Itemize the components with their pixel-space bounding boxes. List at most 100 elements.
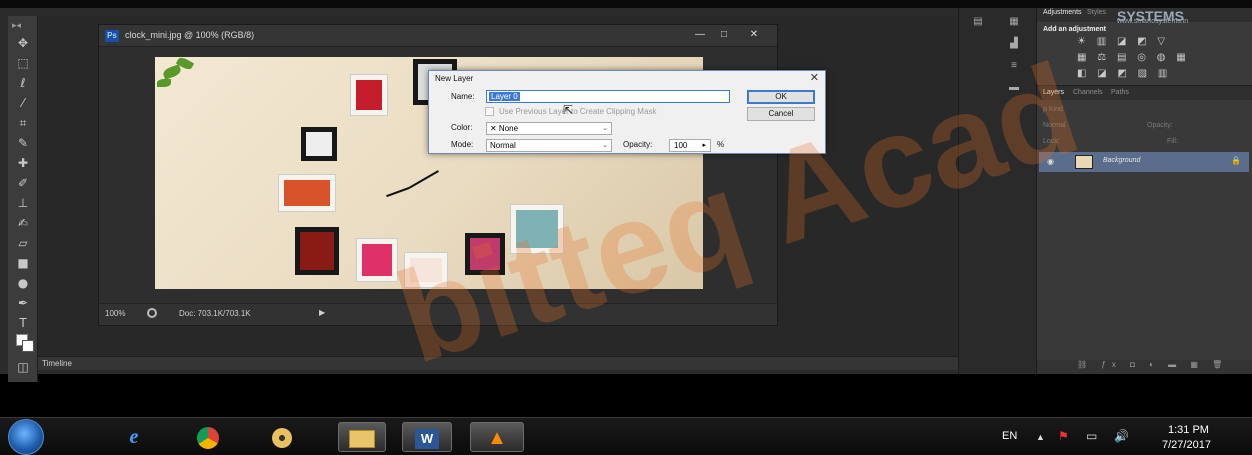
fill-label: Fill:	[1167, 138, 1178, 145]
pen-tool-icon[interactable]: ✒	[13, 294, 33, 312]
photo-frame	[465, 233, 505, 275]
adjustment-icons-row[interactable]: ▦ ⚖ ▤ ◎ ◍ ▦	[1077, 52, 1190, 63]
adjustment-icons-row[interactable]: ☀ ▥ ◪ ◩ ▽	[1077, 36, 1169, 47]
volume-icon[interactable]: 🔊	[1114, 429, 1129, 443]
opacity-input[interactable]: 100 ▸	[669, 139, 711, 152]
windows-taskbar: e W ▲ EN ▲ ⚑ ▭ 🔊 1:31 PM 7/27/2017	[0, 417, 1252, 455]
tools-panel: ▸◂ ✥ ⬚ ℓ ⁄ ⌗ ✎ ✚ ✐ ⊥ ✍ ▱ ■ ● ✒ T ◫	[8, 16, 38, 382]
close-button[interactable]: ✕	[737, 27, 771, 43]
layers-footer[interactable]: ⛓ ƒx ◘ ◐ ▬ ▦ 🗑	[1037, 360, 1252, 374]
layer-filter-row[interactable]: ρ Kind	[1037, 102, 1252, 118]
layers-tabs: Layers Channels Paths	[1037, 88, 1252, 100]
tab-paths[interactable]: Paths	[1111, 89, 1129, 96]
network-icon[interactable]: ▭	[1086, 429, 1097, 443]
lock-icon: 🔒	[1231, 156, 1241, 165]
collapse-icon[interactable]: ▸◂	[12, 20, 21, 31]
layers-panel: Layers Channels Paths ρ Kind Normal Opac…	[1037, 88, 1252, 374]
brush-tool-icon[interactable]: ✐	[13, 174, 33, 192]
opacity-value: 100	[674, 141, 688, 150]
lock-row: Lock: Fill:	[1037, 134, 1252, 150]
zoom-level[interactable]: 100%	[105, 309, 125, 318]
leaf	[157, 79, 171, 87]
photo-frame	[351, 75, 387, 115]
panel-icon-strip: ▤ ▦ ▟ ≡ ▬	[958, 8, 1036, 374]
layer-name-input[interactable]: Layer 0	[486, 90, 730, 103]
stamp-tool-icon[interactable]: ⊥	[13, 194, 33, 212]
ok-button[interactable]: OK	[747, 90, 815, 104]
media-player-icon[interactable]	[262, 422, 302, 452]
status-menu-arrow-icon[interactable]: ▶	[319, 308, 325, 317]
clock-time[interactable]: 1:31 PM	[1168, 424, 1209, 436]
layer-row-background[interactable]: ◉ Background 🔒	[1039, 152, 1249, 172]
chrome-icon[interactable]	[188, 422, 228, 452]
word-icon[interactable]: W	[402, 422, 452, 452]
crop-tool-icon[interactable]: ⌗	[13, 114, 33, 132]
opacity-dropdown-icon[interactable]: ▸	[702, 140, 706, 151]
timeline-panel[interactable]: Timeline	[38, 356, 958, 370]
tab-styles[interactable]: Styles	[1087, 9, 1106, 16]
maximize-button[interactable]: □	[713, 27, 735, 43]
history-icon[interactable]: ▤	[971, 16, 985, 28]
eraser-tool-icon[interactable]: ▱	[13, 234, 33, 252]
eye-icon[interactable]: ◉	[1047, 157, 1054, 166]
mouse-cursor-icon: ⇱	[563, 103, 574, 117]
internet-explorer-icon[interactable]: e	[114, 422, 154, 452]
tab-channels[interactable]: Channels	[1073, 89, 1103, 96]
photo-frame	[279, 175, 335, 211]
move-tool-icon[interactable]: ✥	[13, 34, 33, 52]
healing-tool-icon[interactable]: ✚	[13, 154, 33, 172]
show-hidden-icons-icon[interactable]: ▲	[1036, 432, 1045, 442]
lasso-tool-icon[interactable]: ℓ	[13, 74, 33, 92]
character-icon[interactable]: ▟	[1007, 38, 1021, 50]
background-color-swatch[interactable]	[22, 340, 34, 352]
chevron-down-icon: ⌄	[602, 125, 608, 132]
document-status-bar: 100% Doc: 703.1K/703.1K ▶	[99, 303, 777, 325]
clipping-mask-checkbox[interactable]	[485, 107, 494, 116]
history-brush-icon[interactable]: ✍	[13, 214, 33, 232]
top-band	[0, 0, 1252, 8]
opacity-label: Opacity:	[1147, 122, 1173, 129]
type-tool-icon[interactable]: T	[13, 314, 33, 332]
document-titlebar[interactable]: Ps clock_mini.jpg @ 100% (RGB/8) — □ ✕	[99, 25, 777, 47]
name-label: Name:	[451, 92, 475, 101]
mode-label: Mode:	[451, 140, 474, 149]
layer-thumbnail	[1075, 155, 1093, 169]
action-center-flag-icon[interactable]: ⚑	[1058, 429, 1069, 443]
start-button[interactable]	[8, 419, 44, 455]
tab-layers[interactable]: Layers	[1043, 89, 1064, 96]
tab-adjustments[interactable]: Adjustments	[1043, 9, 1082, 16]
tool-presets-icon[interactable]: ▬	[1007, 82, 1021, 94]
file-explorer-icon[interactable]	[338, 422, 386, 452]
eyedropper-tool-icon[interactable]: ✎	[13, 134, 33, 152]
layer-name: Background	[1103, 157, 1141, 164]
kind-filter[interactable]: ρ Kind	[1043, 106, 1063, 113]
mode-value: Normal	[490, 141, 516, 150]
gradient-tool-icon[interactable]: ■	[13, 254, 33, 272]
blur-tool-icon[interactable]: ●	[13, 274, 33, 292]
paragraph-icon[interactable]: ≡	[1007, 60, 1021, 72]
timeline-label: Timeline	[42, 359, 72, 368]
quick-select-tool-icon[interactable]: ⁄	[13, 94, 33, 112]
layer-name-value: Layer 0	[489, 92, 520, 101]
adjustments-tabs: Adjustments Styles SYSTEMS www.smartosys…	[1037, 8, 1252, 25]
cancel-button[interactable]: Cancel	[747, 107, 815, 121]
minimize-button[interactable]: —	[689, 27, 711, 43]
clock-date[interactable]: 7/27/2017	[1162, 439, 1211, 451]
quick-mask-icon[interactable]: ◫	[13, 358, 33, 376]
adjustments-panel: Adjustments Styles SYSTEMS www.smartosys…	[1037, 8, 1252, 86]
vlc-icon[interactable]: ▲	[470, 422, 524, 452]
blend-mode-select[interactable]: Normal	[1043, 122, 1066, 129]
photo-frame	[405, 253, 447, 287]
color-select[interactable]: ✕ None ⌄	[486, 122, 612, 135]
opacity-label: Opacity:	[623, 140, 653, 149]
adjustments-title: Add an adjustment	[1043, 26, 1107, 33]
adjustment-icons-row[interactable]: ◧ ◪ ◩ ▨ ▥	[1077, 68, 1171, 79]
properties-icon[interactable]: ▦	[1007, 16, 1021, 28]
mode-select[interactable]: Normal ⌄	[486, 139, 612, 152]
language-indicator[interactable]: EN	[1002, 430, 1017, 442]
photo-frame	[295, 227, 339, 275]
photo-frame	[357, 239, 397, 281]
clock-hand	[408, 170, 439, 189]
marquee-tool-icon[interactable]: ⬚	[13, 54, 33, 72]
dialog-close-icon[interactable]: ✕	[810, 71, 819, 84]
